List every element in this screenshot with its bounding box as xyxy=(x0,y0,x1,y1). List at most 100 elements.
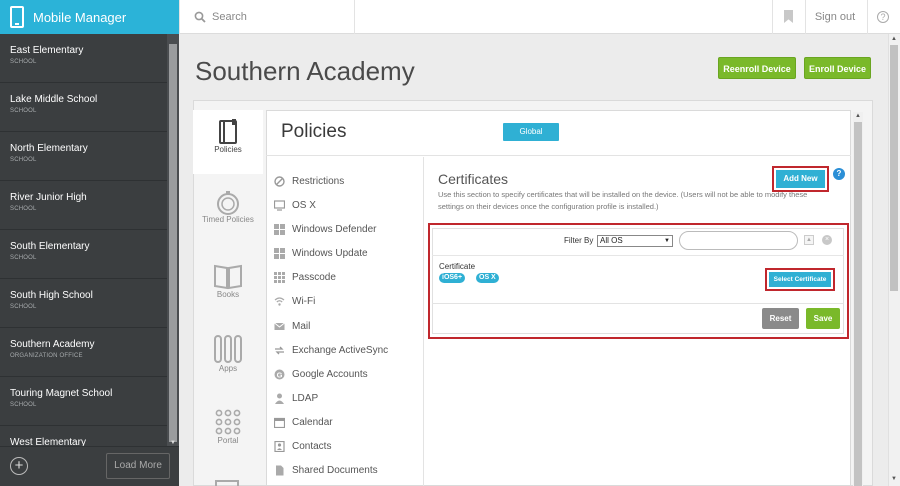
policy-item-label: Passcode xyxy=(292,271,336,283)
os-filter-select[interactable]: All OS xyxy=(597,235,673,247)
tab-books[interactable]: Books xyxy=(193,260,263,330)
help-icon[interactable]: ? xyxy=(877,11,889,23)
filter-by-label: Filter By xyxy=(564,236,594,245)
tab-label: Apps xyxy=(218,364,238,373)
wifi-icon xyxy=(274,296,285,307)
sidebar-item-type: SCHOOL xyxy=(10,255,37,261)
tab-label: Policies xyxy=(214,145,242,154)
sidebar-scrollbar-thumb[interactable] xyxy=(169,44,177,442)
policy-item-wi-fi[interactable]: Wi-Fi xyxy=(274,293,315,309)
sidebar-item-label: South High School xyxy=(10,290,93,301)
global-button[interactable]: Global xyxy=(503,123,559,141)
sidebar-item-touring-magnet-school[interactable]: Touring Magnet School SCHOOL xyxy=(0,377,167,426)
close-icon[interactable]: × xyxy=(822,235,832,245)
tab-label: Timed Policies xyxy=(202,215,254,224)
search-box[interactable]: Search xyxy=(194,0,247,34)
move-up-icon[interactable]: ▲ xyxy=(804,235,814,245)
monitor-icon xyxy=(274,199,285,211)
tab-policies[interactable]: Policies xyxy=(193,110,263,174)
save-button[interactable]: Save xyxy=(806,308,840,329)
keypad-icon xyxy=(274,271,285,283)
more-tab-icon[interactable] xyxy=(215,480,239,486)
filter-search-input[interactable] xyxy=(679,231,798,250)
windows-icon xyxy=(274,223,285,235)
sync-icon xyxy=(274,345,285,356)
sidebar-item-river-junior-high[interactable]: River Junior High SCHOOL xyxy=(0,181,167,230)
sidebar: East Elementary SCHOOL Lake Middle Schoo… xyxy=(0,34,179,486)
sidebar-item-east-elementary[interactable]: East Elementary SCHOOL xyxy=(0,34,167,83)
top-bar: Mobile Manager Search Sign out ? xyxy=(0,0,900,34)
policy-item-restrictions[interactable]: Restrictions xyxy=(274,173,344,189)
sidebar-item-type: SCHOOL xyxy=(10,206,37,212)
policy-item-shared-documents[interactable]: Shared Documents xyxy=(274,462,378,478)
search-icon xyxy=(194,11,206,23)
load-more-button[interactable]: Load More xyxy=(106,453,170,479)
policy-item-label: Contacts xyxy=(292,440,332,452)
policy-item-mail[interactable]: Mail xyxy=(274,318,310,334)
sidebar-item-type: SCHOOL xyxy=(10,157,37,163)
sidebar-item-label: North Elementary xyxy=(10,143,88,154)
svg-text:G: G xyxy=(277,370,283,379)
sidebar-item-lake-middle-school[interactable]: Lake Middle School SCHOOL xyxy=(0,83,167,132)
scroll-up-arrow-icon[interactable]: ▲ xyxy=(855,113,861,119)
sidebar-item-north-elementary[interactable]: North Elementary SCHOOL xyxy=(0,132,167,181)
reset-button[interactable]: Reset xyxy=(762,308,799,329)
google-icon: G xyxy=(274,369,285,380)
certificate-label: Certificate xyxy=(439,262,476,271)
policy-item-label: Google Accounts xyxy=(292,368,368,380)
sidebar-item-type: SCHOOL xyxy=(10,304,37,310)
select-certificate-button[interactable]: Select Certificate xyxy=(769,272,831,287)
divider xyxy=(179,0,180,34)
policy-item-google-accounts[interactable]: G Google Accounts xyxy=(274,366,368,382)
certificates-description: Use this section to specify certificates… xyxy=(438,190,808,211)
bookmark-icon[interactable] xyxy=(784,10,793,23)
policy-item-label: Windows Defender xyxy=(292,223,377,235)
search-input[interactable]: Search xyxy=(212,11,247,23)
portal-grid-icon xyxy=(215,409,241,435)
timer-icon xyxy=(217,191,239,215)
brand[interactable]: Mobile Manager xyxy=(0,0,179,34)
scroll-up-arrow-icon[interactable]: ▲ xyxy=(891,36,897,42)
policy-item-windows-update[interactable]: Windows Update xyxy=(274,245,368,261)
person-icon xyxy=(274,393,285,404)
policy-item-ldap[interactable]: LDAP xyxy=(274,390,318,406)
sidebar-item-south-high-school[interactable]: South High School SCHOOL xyxy=(0,279,167,328)
policy-item-label: Wi-Fi xyxy=(292,295,316,307)
policy-item-label: Calendar xyxy=(292,416,333,428)
tab-timed-policies[interactable]: Timed Policies xyxy=(193,188,263,258)
policy-item-label: Shared Documents xyxy=(292,464,378,476)
sidebar-item-southern-academy[interactable]: Southern Academy ORGANIZATION OFFICE xyxy=(0,328,167,377)
certificates-title: Certificates xyxy=(438,171,509,187)
tab-portal[interactable]: Portal xyxy=(193,404,263,474)
sidebar-item-south-elementary[interactable]: South Elementary SCHOOL xyxy=(0,230,167,279)
reenroll-device-button[interactable]: Reenroll Device xyxy=(718,57,796,79)
add-new-button[interactable]: Add New xyxy=(776,170,825,188)
scroll-down-arrow-icon[interactable]: ▼ xyxy=(891,476,897,482)
policies-title: Policies xyxy=(281,121,347,142)
policy-item-windows-defender[interactable]: Windows Defender xyxy=(274,221,376,237)
policy-item-calendar[interactable]: Calendar xyxy=(274,414,333,430)
policy-item-exchange-activesync[interactable]: Exchange ActiveSync xyxy=(274,342,388,358)
add-icon[interactable]: + xyxy=(10,457,28,475)
window-scrollbar-thumb[interactable] xyxy=(890,45,898,291)
help-icon[interactable]: ? xyxy=(833,168,845,180)
mail-icon xyxy=(274,321,285,332)
sidebar-item-type: ORGANIZATION OFFICE xyxy=(10,353,83,359)
panel-scrollbar-thumb[interactable] xyxy=(854,122,862,486)
policy-item-os-x[interactable]: OS X xyxy=(274,197,316,213)
policy-item-label: Mail xyxy=(292,320,311,332)
enroll-device-button[interactable]: Enroll Device xyxy=(804,57,871,79)
sidebar-item-west-elementary[interactable]: West Elementary xyxy=(0,426,167,448)
policy-item-contacts[interactable]: Contacts xyxy=(274,438,331,454)
divider xyxy=(354,0,355,34)
divider xyxy=(772,0,773,34)
tab-apps[interactable]: Apps xyxy=(193,332,263,402)
divider xyxy=(432,303,844,304)
sign-out-link[interactable]: Sign out xyxy=(805,0,865,34)
policy-item-label: Exchange ActiveSync xyxy=(292,344,389,356)
policy-item-passcode[interactable]: Passcode xyxy=(274,269,336,285)
policy-item-label: LDAP xyxy=(292,392,319,404)
sidebar-item-label: Southern Academy xyxy=(10,339,95,350)
tab-label: Portal xyxy=(217,436,239,445)
sidebar-footer: + Load More xyxy=(0,446,179,486)
